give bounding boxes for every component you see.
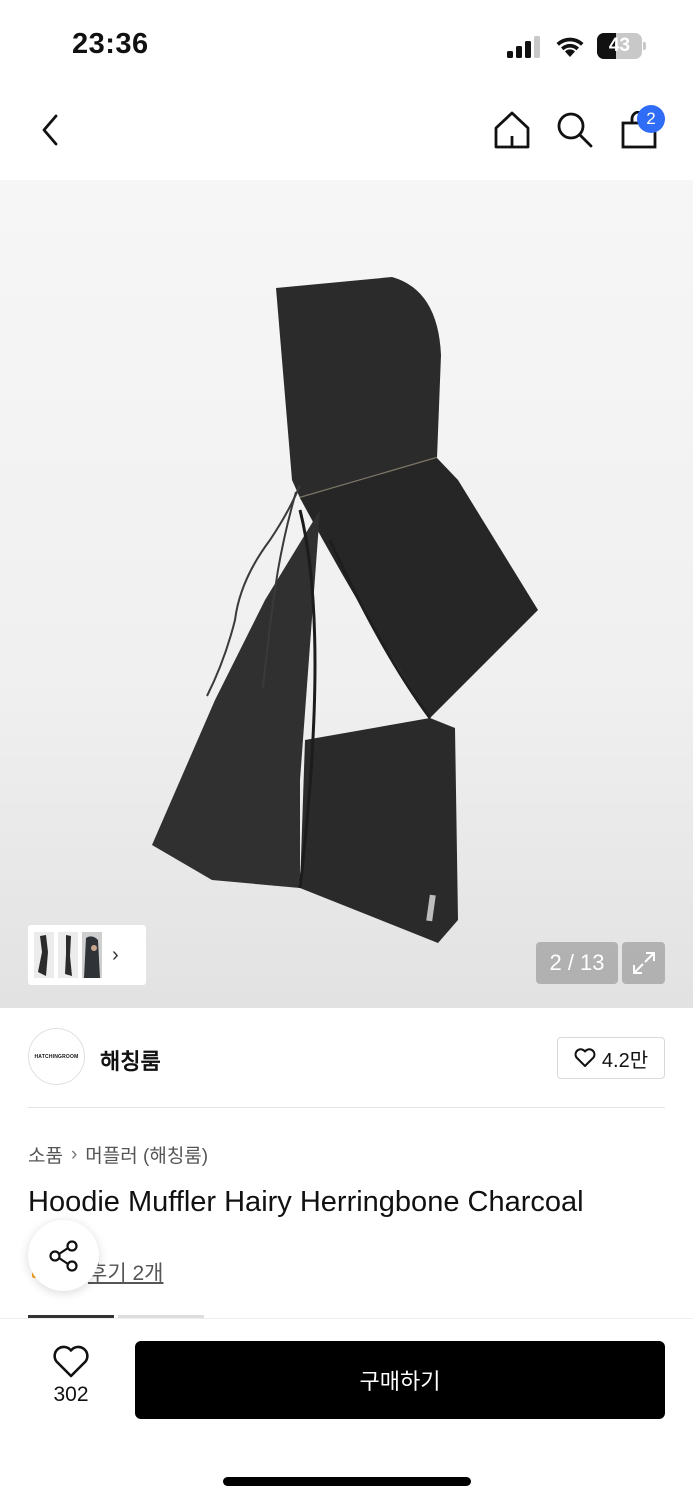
breadcrumb-item[interactable]: 소품: [28, 1141, 63, 1168]
search-button[interactable]: [553, 108, 597, 152]
home-button[interactable]: [490, 108, 534, 152]
status-bar: 23:36 43: [0, 0, 693, 90]
cellular-signal-icon: [507, 36, 540, 58]
back-button[interactable]: [28, 108, 72, 152]
brand-logo[interactable]: HATCHINGROOM: [28, 1028, 85, 1085]
breadcrumb-item[interactable]: 머플러 (해칭룸): [85, 1141, 208, 1168]
top-navigation: [0, 90, 693, 180]
brand-like-count: 4.2만: [601, 1049, 649, 1072]
brand-row: HATCHINGROOM 해칭룸 4.2만: [0, 1008, 693, 1108]
wifi-icon: [556, 37, 584, 57]
brand-like-button[interactable]: 4.2만: [557, 1037, 665, 1079]
thumbnail-image[interactable]: [82, 932, 102, 978]
share-button[interactable]: [28, 1220, 99, 1291]
chevron-right-icon: ›: [70, 1143, 78, 1165]
thumbnail-image[interactable]: [58, 932, 78, 978]
wishlist-count: 302: [53, 1383, 89, 1406]
search-icon: [557, 112, 593, 148]
thumbnail-strip[interactable]: ›: [28, 925, 146, 985]
back-icon: [42, 114, 58, 146]
cart-count-badge: 2: [637, 105, 665, 133]
brand-name[interactable]: 해칭룸: [100, 1044, 161, 1076]
battery-indicator: 43: [597, 33, 647, 59]
divider: [28, 1107, 665, 1108]
heart-icon: [574, 1048, 596, 1067]
bottom-action-bar: 302 구매하기: [0, 1318, 693, 1500]
buy-button[interactable]: 구매하기: [135, 1341, 665, 1419]
status-time: 23:36: [72, 28, 149, 60]
thumbnail-image[interactable]: [34, 932, 54, 978]
brand-logo-text: HATCHINGROOM: [34, 1053, 79, 1060]
share-icon: [48, 1239, 78, 1272]
battery-level: 43: [608, 35, 631, 56]
review-count-link[interactable]: 후기 2개: [88, 1257, 163, 1287]
chevron-right-icon[interactable]: ›: [112, 944, 119, 967]
breadcrumb: 소품 › 머플러 (해칭룸): [28, 1141, 208, 1168]
expand-image-button[interactable]: [622, 942, 665, 984]
product-image-gallery[interactable]: › 2 / 13: [0, 180, 693, 1008]
product-image: [152, 277, 538, 943]
expand-icon: [632, 952, 655, 974]
heart-icon: [53, 1345, 89, 1378]
image-page-counter: 2 / 13: [536, 942, 618, 984]
product-title: Hoodie Muffler Hairy Herringbone Charcoa…: [28, 1186, 584, 1218]
home-indicator: [223, 1477, 471, 1486]
home-icon: [494, 111, 530, 149]
wishlist-button[interactable]: 302: [36, 1345, 106, 1415]
